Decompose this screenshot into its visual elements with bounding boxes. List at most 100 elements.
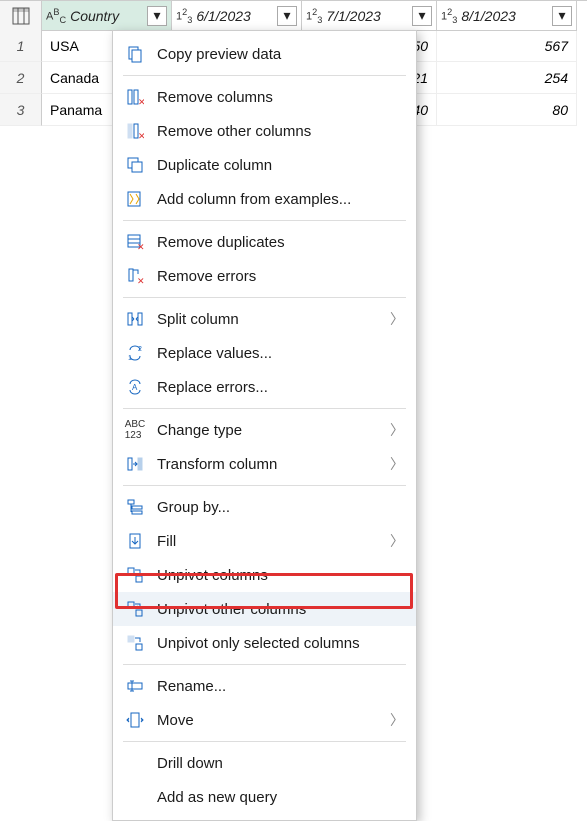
column-header-d1[interactable]: 123 6/1/2023 ▾: [172, 1, 302, 31]
transform-column-icon: [123, 452, 147, 476]
context-menu: Copy preview data ✕ Remove columns ✕ Rem…: [112, 30, 417, 821]
menu-transform-column[interactable]: Transform column 〉: [113, 447, 416, 481]
menu-label: Remove columns: [157, 89, 404, 106]
group-by-icon: [123, 495, 147, 519]
rename-icon: [123, 674, 147, 698]
menu-fill[interactable]: Fill 〉: [113, 524, 416, 558]
row-index[interactable]: 3: [0, 94, 42, 126]
menu-add-column-from-examples[interactable]: Add column from examples...: [113, 182, 416, 216]
menu-separator: [123, 75, 406, 76]
menu-label: Move: [157, 712, 390, 729]
number-type-icon: 123: [441, 7, 457, 25]
column-header-country[interactable]: ABC Country ▾: [42, 1, 172, 31]
fill-icon: [123, 529, 147, 553]
menu-remove-other-columns[interactable]: ✕ Remove other columns: [113, 114, 416, 148]
svg-text:1: 1: [128, 355, 132, 362]
column-label: 7/1/2023: [326, 8, 381, 24]
menu-split-column[interactable]: Split column 〉: [113, 302, 416, 336]
replace-errors-icon: A: [123, 375, 147, 399]
menu-label: Rename...: [157, 678, 404, 695]
menu-label: Unpivot columns: [157, 567, 404, 584]
menu-move[interactable]: Move 〉: [113, 703, 416, 737]
menu-add-as-new-query[interactable]: Add as new query: [113, 780, 416, 814]
menu-duplicate-column[interactable]: Duplicate column: [113, 148, 416, 182]
menu-separator: [123, 408, 406, 409]
column-header-d2[interactable]: 123 7/1/2023 ▾: [302, 1, 437, 31]
menu-change-type[interactable]: ABC123 Change type 〉: [113, 413, 416, 447]
menu-label: Add column from examples...: [157, 191, 404, 208]
row-index[interactable]: 2: [0, 62, 42, 94]
menu-remove-duplicates[interactable]: ✕ Remove duplicates: [113, 225, 416, 259]
menu-label: Split column: [157, 311, 390, 328]
menu-replace-errors[interactable]: A Replace errors...: [113, 370, 416, 404]
svg-text:✕: ✕: [138, 131, 144, 140]
remove-other-columns-icon: ✕: [123, 119, 147, 143]
menu-separator: [123, 485, 406, 486]
menu-separator: [123, 664, 406, 665]
split-column-icon: [123, 307, 147, 331]
remove-columns-icon: ✕: [123, 85, 147, 109]
svg-text:✕: ✕: [138, 97, 144, 106]
number-type-icon: 123: [176, 7, 192, 25]
filter-dropdown-icon[interactable]: ▾: [412, 6, 432, 26]
blank-icon: [123, 751, 147, 775]
column-label: Country: [70, 8, 119, 24]
menu-label: Fill: [157, 533, 390, 550]
submenu-arrow-icon: 〉: [390, 531, 404, 551]
menu-unpivot-columns[interactable]: Unpivot columns: [113, 558, 416, 592]
menu-unpivot-other-columns[interactable]: Unpivot other columns: [113, 592, 416, 626]
replace-values-icon: 12: [123, 341, 147, 365]
menu-label: Replace errors...: [157, 379, 404, 396]
unpivot-columns-icon: [123, 563, 147, 587]
menu-label: Remove errors: [157, 268, 404, 285]
menu-label: Remove other columns: [157, 123, 404, 140]
menu-drill-down[interactable]: Drill down: [113, 746, 416, 780]
menu-label: Unpivot other columns: [157, 601, 404, 618]
menu-rename[interactable]: Rename...: [113, 669, 416, 703]
menu-label: Drill down: [157, 755, 404, 772]
cell-d3[interactable]: 567: [437, 30, 577, 62]
row-index[interactable]: 1: [0, 30, 42, 62]
submenu-arrow-icon: 〉: [390, 710, 404, 730]
table-corner-icon[interactable]: [0, 1, 42, 31]
add-column-examples-icon: [123, 187, 147, 211]
cell-d3[interactable]: 80: [437, 94, 577, 126]
submenu-arrow-icon: 〉: [390, 454, 404, 474]
menu-copy-preview-data[interactable]: Copy preview data: [113, 37, 416, 71]
blank-icon: [123, 785, 147, 809]
submenu-arrow-icon: 〉: [390, 420, 404, 440]
filter-dropdown-icon[interactable]: ▾: [552, 6, 572, 26]
column-label: 6/1/2023: [196, 8, 251, 24]
menu-label: Duplicate column: [157, 157, 404, 174]
menu-separator: [123, 741, 406, 742]
menu-label: Replace values...: [157, 345, 404, 362]
filter-dropdown-icon[interactable]: ▾: [277, 6, 297, 26]
text-type-icon: ABC: [46, 7, 66, 25]
menu-group-by[interactable]: Group by...: [113, 490, 416, 524]
duplicate-column-icon: [123, 153, 147, 177]
menu-label: Add as new query: [157, 789, 404, 806]
svg-text:2: 2: [138, 346, 142, 353]
menu-remove-errors[interactable]: ✕ Remove errors: [113, 259, 416, 293]
menu-label: Copy preview data: [157, 46, 404, 63]
submenu-arrow-icon: 〉: [390, 309, 404, 329]
menu-replace-values[interactable]: 12 Replace values...: [113, 336, 416, 370]
remove-duplicates-icon: ✕: [123, 230, 147, 254]
column-header-row: ABC Country ▾ 123 6/1/2023 ▾ 123 7/1/202…: [0, 0, 587, 30]
cell-d3[interactable]: 254: [437, 62, 577, 94]
unpivot-selected-icon: [123, 631, 147, 655]
copy-icon: [123, 42, 147, 66]
menu-remove-columns[interactable]: ✕ Remove columns: [113, 80, 416, 114]
svg-text:✕: ✕: [137, 242, 144, 251]
filter-dropdown-icon[interactable]: ▾: [147, 6, 167, 26]
menu-label: Unpivot only selected columns: [157, 635, 404, 652]
menu-label: Group by...: [157, 499, 404, 516]
number-type-icon: 123: [306, 7, 322, 25]
move-icon: [123, 708, 147, 732]
change-type-icon: ABC123: [123, 418, 147, 442]
remove-errors-icon: ✕: [123, 264, 147, 288]
column-header-d3[interactable]: 123 8/1/2023 ▾: [437, 1, 577, 31]
menu-unpivot-only-selected-columns[interactable]: Unpivot only selected columns: [113, 626, 416, 660]
column-label: 8/1/2023: [461, 8, 516, 24]
svg-text:✕: ✕: [137, 276, 144, 285]
